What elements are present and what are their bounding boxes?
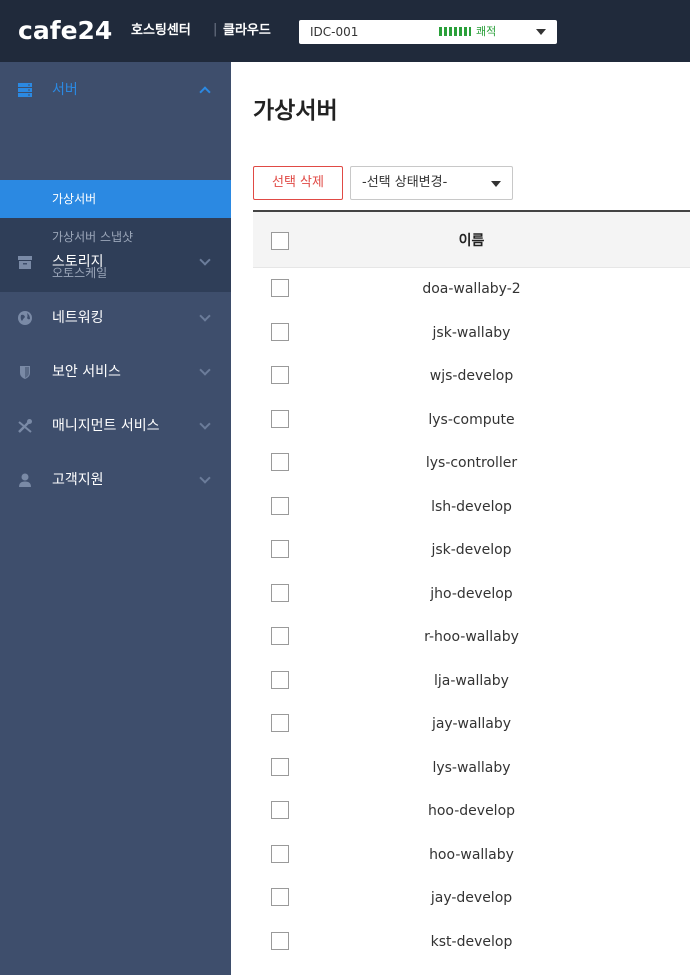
- sidebar-item-label: 스토리지: [52, 254, 104, 270]
- server-name[interactable]: wjs-develop: [253, 367, 690, 385]
- sidebar-item-label: 네트워킹: [52, 310, 104, 326]
- shield-icon: [20, 366, 30, 379]
- sidebar-item-label: 서버: [52, 82, 78, 98]
- table-row[interactable]: jho-develop: [253, 573, 690, 617]
- table-row[interactable]: lsh-develop: [253, 486, 690, 530]
- server-name[interactable]: r-hoo-wallaby: [253, 628, 690, 646]
- cloud-label: 클라우드: [223, 23, 271, 38]
- table-row[interactable]: lys-wallaby: [253, 747, 690, 791]
- status-select-value: -선택 상태변경-: [362, 175, 448, 190]
- sidebar-item-security[interactable]: 보안 서비스: [0, 344, 231, 400]
- delete-selected-button[interactable]: 선택 삭제: [253, 166, 343, 200]
- cafe24-logo[interactable]: cafe24: [18, 17, 112, 45]
- sidebar-item-support[interactable]: 고객지원: [0, 452, 231, 508]
- person-icon: [19, 473, 31, 487]
- chevron-down-icon: [199, 418, 211, 430]
- table-row[interactable]: lys-controller: [253, 442, 690, 486]
- server-name[interactable]: lys-controller: [253, 454, 690, 472]
- chevron-down-icon: [491, 181, 501, 187]
- chevron-down-icon: [536, 29, 546, 35]
- sidebar-item-storage[interactable]: 스토리지: [0, 234, 231, 290]
- idc-status: 쾌적: [476, 25, 497, 38]
- server-name[interactable]: jsk-develop: [253, 541, 690, 559]
- sidebar-item-label: 가상서버: [52, 192, 97, 206]
- server-name[interactable]: jho-develop: [253, 585, 690, 603]
- storage-icon: [18, 256, 32, 269]
- server-name[interactable]: lys-wallaby: [253, 759, 690, 777]
- chevron-down-icon: [199, 364, 211, 376]
- sidebar-item-server[interactable]: 서버: [0, 62, 231, 118]
- signal-bars-icon: [439, 27, 471, 36]
- table-row[interactable]: jsk-develop: [253, 529, 690, 573]
- sidebar-item-label: 매니지먼트 서비스: [52, 418, 160, 434]
- server-icon: [18, 83, 32, 97]
- sidebar-item-virtual-server[interactable]: 가상서버: [0, 180, 231, 218]
- server-name[interactable]: lys-compute: [253, 411, 690, 429]
- sidebar-item-networking[interactable]: 네트워킹: [0, 290, 231, 346]
- chevron-down-icon: [199, 472, 211, 484]
- sidebar-item-management[interactable]: 매니지먼트 서비스: [0, 398, 231, 454]
- server-name[interactable]: hoo-develop: [253, 802, 690, 820]
- table-row[interactable]: wjs-develop: [253, 355, 690, 399]
- table-row[interactable]: r-hoo-wallaby: [253, 616, 690, 660]
- sidebar: 서버 가상서버 가상서버 스냅샷 오토스케일 스토리지 네트워킹 보안 서비스 …: [0, 62, 231, 975]
- globe-icon: [18, 311, 32, 325]
- table-row[interactable]: jay-develop: [253, 877, 690, 921]
- table-row[interactable]: hoo-develop: [253, 790, 690, 834]
- server-name[interactable]: jay-develop: [253, 889, 690, 907]
- status-change-select[interactable]: -선택 상태변경-: [350, 166, 513, 200]
- table-row[interactable]: jsk-wallaby: [253, 312, 690, 356]
- chevron-down-icon: [199, 254, 211, 266]
- table-row[interactable]: kst-develop: [253, 921, 690, 965]
- server-table: 이름 doa-wallaby-2 jsk-wallaby wjs-develop ly…: [253, 210, 690, 964]
- server-name[interactable]: hoo-wallaby: [253, 846, 690, 864]
- idc-name: IDC-001: [310, 25, 359, 39]
- page-title: 가상서버: [253, 98, 338, 124]
- chevron-up-icon: [199, 86, 211, 98]
- sidebar-item-label: 고객지원: [52, 472, 104, 488]
- table-header: 이름: [253, 210, 690, 268]
- column-header-name: 이름: [458, 233, 485, 249]
- table-row[interactable]: lys-compute: [253, 399, 690, 443]
- idc-select[interactable]: IDC-001 쾌적: [299, 20, 557, 44]
- chevron-down-icon: [199, 310, 211, 322]
- server-name[interactable]: jsk-wallaby: [253, 324, 690, 342]
- table-body: doa-wallaby-2 jsk-wallaby wjs-develop lys-c…: [253, 268, 690, 964]
- server-name[interactable]: jay-wallaby: [253, 715, 690, 733]
- table-row[interactable]: jay-wallaby: [253, 703, 690, 747]
- server-name[interactable]: kst-develop: [253, 933, 690, 951]
- sidebar-item-label: 보안 서비스: [52, 364, 121, 380]
- hosting-center-label: 호스팅센터: [131, 23, 191, 38]
- server-name[interactable]: lsh-develop: [253, 498, 690, 516]
- server-name[interactable]: lja-wallaby: [253, 672, 690, 690]
- top-bar: cafe24 호스팅센터 | 클라우드 IDC-001 쾌적: [0, 0, 690, 62]
- server-name[interactable]: doa-wallaby-2: [253, 280, 690, 298]
- table-row[interactable]: doa-wallaby-2: [253, 268, 690, 312]
- table-row[interactable]: lja-wallaby: [253, 660, 690, 704]
- tools-icon: [18, 419, 32, 433]
- header-separator: |: [213, 22, 218, 37]
- table-row[interactable]: hoo-wallaby: [253, 834, 690, 878]
